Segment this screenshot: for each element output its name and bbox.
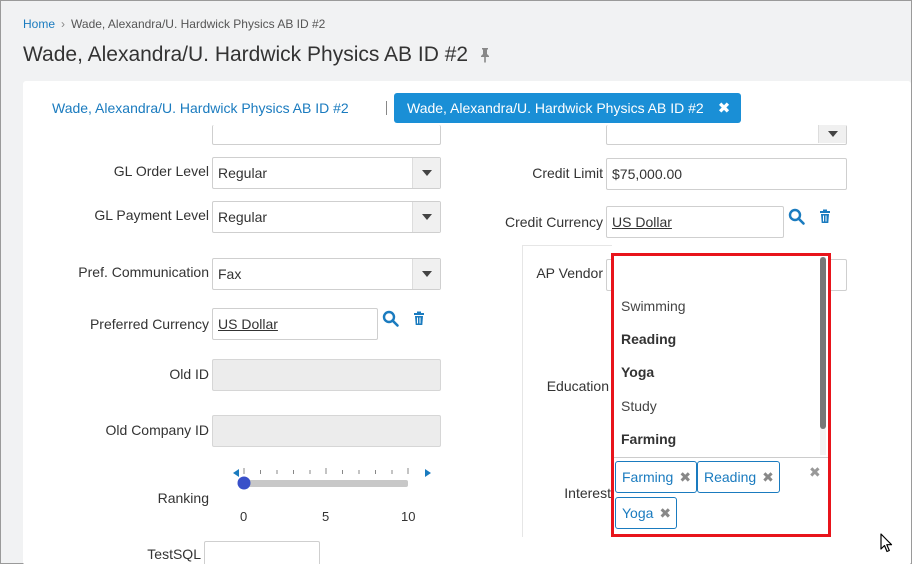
mouse-cursor-icon: [880, 533, 893, 553]
education-label: Education: [546, 378, 609, 394]
chevron-down-icon[interactable]: [818, 125, 846, 143]
ranking-label: Ranking: [157, 490, 209, 506]
preferred-currency-value[interactable]: US Dollar: [218, 316, 278, 332]
gl-payment-level-select[interactable]: Regular: [212, 201, 441, 233]
trash-icon[interactable]: [817, 208, 835, 226]
chevron-right-icon: ›: [61, 17, 66, 31]
pin-icon[interactable]: [478, 47, 492, 63]
pref-communication-select[interactable]: Fax: [212, 258, 441, 290]
search-icon[interactable]: [382, 310, 400, 328]
old-company-id-label: Old Company ID: [105, 422, 209, 438]
ap-vendor-label: AP Vendor: [536, 265, 603, 281]
breadcrumb-home-link[interactable]: Home: [23, 17, 55, 31]
credit-limit-label: Credit Limit: [532, 165, 603, 181]
page-title-row: Wade, Alexandra/U. Hardwick Physics AB I…: [23, 43, 492, 67]
old-id-label: Old ID: [169, 366, 209, 382]
chevron-down-icon[interactable]: [412, 259, 440, 289]
chevron-down-icon[interactable]: [412, 158, 440, 188]
credit-limit-input[interactable]: $75,000.00: [606, 158, 847, 190]
gl-order-level-value: Regular: [218, 165, 268, 181]
interest-label: Interest: [564, 485, 611, 501]
old-id-input: [212, 359, 441, 391]
highlight-box: [611, 253, 831, 537]
close-icon[interactable]: ✖: [718, 99, 731, 117]
preferred-currency-field[interactable]: US Dollar: [212, 308, 378, 340]
search-icon[interactable]: [788, 208, 806, 226]
pref-communication-label: Pref. Communication: [78, 264, 209, 280]
page-title: Wade, Alexandra/U. Hardwick Physics AB I…: [23, 43, 469, 66]
credit-currency-field[interactable]: US Dollar: [606, 206, 784, 238]
gl-payment-level-value: Regular: [218, 209, 268, 225]
tab-divider: [386, 101, 387, 115]
type-field-partial[interactable]: [212, 125, 441, 145]
credit-limit-value: $75,000.00: [612, 166, 683, 182]
ranking-max-label: 10: [401, 509, 416, 524]
breadcrumb: Home › Wade, Alexandra/U. Hardwick Physi…: [23, 17, 325, 31]
tab-first[interactable]: Wade, Alexandra/U. Hardwick Physics AB I…: [52, 100, 349, 116]
breadcrumb-current: Wade, Alexandra/U. Hardwick Physics AB I…: [71, 17, 326, 31]
right-top-field-partial[interactable]: [606, 125, 847, 145]
ranking-mid-label: 5: [322, 509, 330, 524]
section-frame-top: [522, 245, 612, 246]
gl-order-level-select[interactable]: Regular: [212, 157, 441, 189]
preferred-currency-label: Preferred Currency: [89, 316, 209, 332]
credit-currency-label: Credit Currency: [504, 214, 603, 230]
tab-active[interactable]: Wade, Alexandra/U. Hardwick Physics AB I…: [394, 93, 741, 123]
chevron-down-icon[interactable]: [412, 202, 440, 232]
pref-communication-value: Fax: [218, 266, 242, 282]
gl-payment-level-label: GL Payment Level: [94, 207, 209, 223]
testsql-input[interactable]: [204, 541, 320, 564]
ranking-min-label: 0: [240, 509, 248, 524]
old-company-id-input: [212, 415, 441, 447]
credit-currency-value[interactable]: US Dollar: [612, 214, 672, 230]
trash-icon[interactable]: [411, 310, 429, 328]
tab-bar: Wade, Alexandra/U. Hardwick Physics AB I…: [23, 93, 911, 125]
tab-active-label: Wade, Alexandra/U. Hardwick Physics AB I…: [407, 100, 704, 116]
gl-order-level-label: GL Order Level: [113, 163, 209, 179]
testsql-label: TestSQL: [147, 546, 201, 562]
